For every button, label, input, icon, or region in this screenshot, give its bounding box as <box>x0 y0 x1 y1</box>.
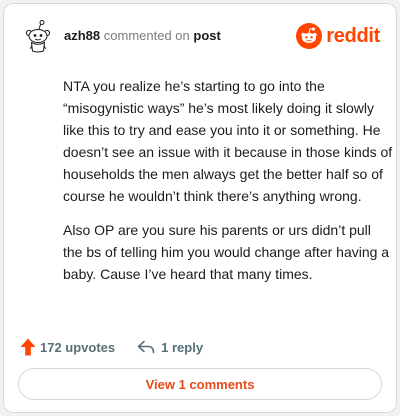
comment-actions: 172 upvotes 1 reply <box>20 336 203 358</box>
snoo-avatar-icon <box>20 18 56 54</box>
upvote-count: 172 upvotes <box>40 339 116 355</box>
comment-meta: azh88 commented on post <box>64 28 221 43</box>
reddit-wordmark: reddit <box>326 24 380 47</box>
reddit-logo[interactable]: reddit <box>296 22 380 50</box>
comment-paragraph: Also OP are you sure his parents or urs … <box>63 222 390 282</box>
comment-paragraph: NTA you realize he’s starting to go into… <box>63 78 393 204</box>
commented-on-text: commented on <box>103 28 190 43</box>
upvote-button[interactable]: 172 upvotes <box>20 338 115 356</box>
comment-body: NTA you realize he’s starting to go into… <box>63 75 393 297</box>
upvote-arrow-icon <box>20 338 36 356</box>
view-comments-button[interactable]: View 1 comments <box>18 368 382 400</box>
reply-arrow-icon <box>137 340 155 354</box>
post-link[interactable]: post <box>193 28 220 43</box>
reply-button[interactable]: 1 reply <box>137 340 203 355</box>
user-avatar[interactable] <box>20 18 56 54</box>
reddit-logo-icon <box>296 23 323 49</box>
comment-card: azh88 commented on post reddit NTA you r… <box>3 3 397 413</box>
username[interactable]: azh88 <box>64 28 100 43</box>
comment-header: azh88 commented on post reddit <box>20 18 380 54</box>
reply-count: 1 reply <box>161 339 204 355</box>
